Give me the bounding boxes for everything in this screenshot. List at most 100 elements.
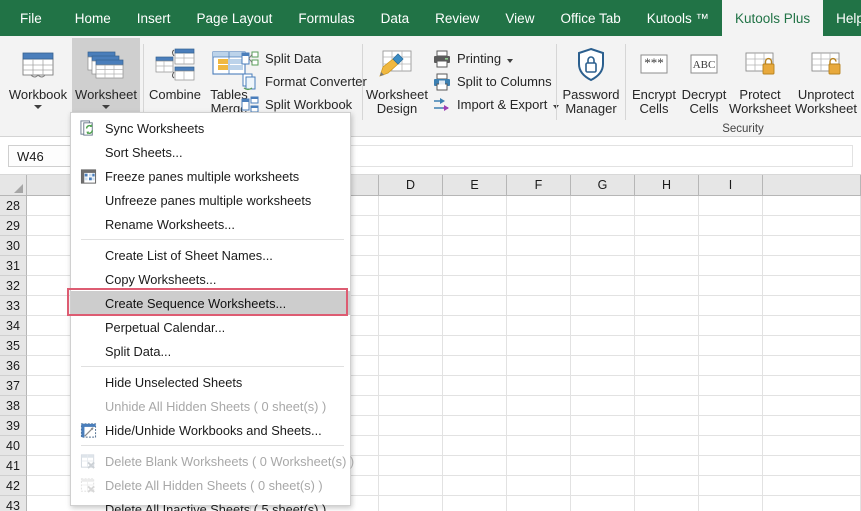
grid-cell[interactable] bbox=[571, 316, 635, 335]
grid-cell[interactable] bbox=[379, 436, 443, 455]
menu-item-unfreeze-panes-multiple-worksheets[interactable]: Unfreeze panes multiple worksheets bbox=[71, 188, 350, 212]
tab-formulas[interactable]: Formulas bbox=[285, 0, 367, 36]
grid-cell[interactable] bbox=[507, 296, 571, 315]
grid-cell[interactable] bbox=[763, 356, 861, 375]
grid-cell[interactable] bbox=[507, 376, 571, 395]
grid-cell[interactable] bbox=[443, 356, 507, 375]
grid-cell[interactable] bbox=[635, 336, 699, 355]
grid-cell[interactable] bbox=[379, 296, 443, 315]
grid-cell[interactable] bbox=[763, 456, 861, 475]
grid-cell[interactable] bbox=[571, 496, 635, 511]
tab-kutools-plus[interactable]: Kutools Plus bbox=[722, 0, 824, 36]
column-header-E[interactable]: E bbox=[443, 175, 507, 195]
ribbon-button-workbook[interactable]: Workbook bbox=[4, 38, 72, 132]
menu-item-copy-worksheets[interactable]: Copy Worksheets... bbox=[71, 267, 350, 291]
grid-cell[interactable] bbox=[571, 216, 635, 235]
grid-cell[interactable] bbox=[507, 356, 571, 375]
grid-cell[interactable] bbox=[379, 196, 443, 215]
row-header-29[interactable]: 29 bbox=[0, 216, 27, 236]
grid-cell[interactable] bbox=[379, 476, 443, 495]
grid-cell[interactable] bbox=[763, 196, 861, 215]
grid-cell[interactable] bbox=[507, 216, 571, 235]
grid-cell[interactable] bbox=[699, 236, 763, 255]
menu-item-hide-unhide-workbooks-and-sheets[interactable]: Hide/Unhide Workbooks and Sheets... bbox=[71, 418, 350, 442]
grid-cell[interactable] bbox=[379, 356, 443, 375]
ribbon-button-decrypt-cells[interactable]: ABC Decrypt Cells bbox=[679, 38, 729, 132]
grid-cell[interactable] bbox=[571, 376, 635, 395]
grid-cell[interactable] bbox=[763, 436, 861, 455]
grid-cell[interactable] bbox=[635, 416, 699, 435]
chevron-down-icon[interactable] bbox=[507, 58, 514, 63]
ribbon-button-import-export[interactable]: Import & Export bbox=[432, 93, 560, 116]
tab-kutools[interactable]: Kutools ™ bbox=[634, 0, 722, 36]
row-header-28[interactable]: 28 bbox=[0, 196, 27, 216]
grid-cell[interactable] bbox=[635, 216, 699, 235]
grid-cell[interactable] bbox=[763, 376, 861, 395]
grid-cell[interactable] bbox=[571, 196, 635, 215]
grid-cell[interactable] bbox=[763, 256, 861, 275]
column-header-F[interactable]: F bbox=[507, 175, 571, 195]
grid-cell[interactable] bbox=[507, 256, 571, 275]
grid-cell[interactable] bbox=[763, 416, 861, 435]
grid-cell[interactable] bbox=[379, 336, 443, 355]
menu-item-hide-unselected-sheets[interactable]: Hide Unselected Sheets bbox=[71, 370, 350, 394]
tab-data[interactable]: Data bbox=[368, 0, 423, 36]
grid-cell[interactable] bbox=[699, 496, 763, 511]
row-header-31[interactable]: 31 bbox=[0, 256, 27, 276]
menu-item-freeze-panes-multiple-worksheets[interactable]: Freeze panes multiple worksheets bbox=[71, 164, 350, 188]
grid-cell[interactable] bbox=[379, 256, 443, 275]
tab-view[interactable]: View bbox=[492, 0, 547, 36]
column-header-G[interactable]: G bbox=[571, 175, 635, 195]
grid-cell[interactable] bbox=[635, 396, 699, 415]
grid-cell[interactable] bbox=[379, 316, 443, 335]
grid-cell[interactable] bbox=[507, 276, 571, 295]
worksheet-dropdown-menu[interactable]: Sync Worksheets Sort Sheets... Freeze pane… bbox=[67, 112, 354, 511]
grid-cell[interactable] bbox=[699, 416, 763, 435]
tab-file[interactable]: File bbox=[0, 0, 62, 36]
grid-cell[interactable] bbox=[507, 476, 571, 495]
grid-cell[interactable] bbox=[507, 436, 571, 455]
ribbon-button-encrypt-cells[interactable]: *** Encrypt Cells bbox=[629, 38, 679, 132]
grid-cell[interactable] bbox=[571, 256, 635, 275]
column-header-I[interactable]: I bbox=[699, 175, 763, 195]
grid-cell[interactable] bbox=[379, 236, 443, 255]
grid-cell[interactable] bbox=[763, 276, 861, 295]
row-header-34[interactable]: 34 bbox=[0, 316, 27, 336]
grid-cell[interactable] bbox=[635, 196, 699, 215]
grid-cell[interactable] bbox=[507, 196, 571, 215]
grid-cell[interactable] bbox=[443, 196, 507, 215]
grid-cell[interactable] bbox=[635, 236, 699, 255]
menu-item-perpetual-calendar[interactable]: Perpetual Calendar... bbox=[71, 315, 350, 339]
grid-cell[interactable] bbox=[699, 376, 763, 395]
tab-page-layout[interactable]: Page Layout bbox=[184, 0, 286, 36]
grid-cell[interactable] bbox=[699, 196, 763, 215]
grid-cell[interactable] bbox=[443, 296, 507, 315]
row-header-43[interactable]: 43 bbox=[0, 496, 27, 511]
grid-cell[interactable] bbox=[699, 396, 763, 415]
grid-cell[interactable] bbox=[379, 276, 443, 295]
row-header-38[interactable]: 38 bbox=[0, 396, 27, 416]
grid-cell[interactable] bbox=[763, 396, 861, 415]
grid-cell[interactable] bbox=[507, 496, 571, 511]
grid-cell[interactable] bbox=[443, 476, 507, 495]
tab-home[interactable]: Home bbox=[62, 0, 124, 36]
grid-cell[interactable] bbox=[635, 476, 699, 495]
menu-item-split-data[interactable]: Split Data... bbox=[71, 339, 350, 363]
grid-cell[interactable] bbox=[443, 216, 507, 235]
grid-cell[interactable] bbox=[379, 456, 443, 475]
row-header-39[interactable]: 39 bbox=[0, 416, 27, 436]
grid-cell[interactable] bbox=[443, 416, 507, 435]
grid-cell[interactable] bbox=[379, 216, 443, 235]
row-header-40[interactable]: 40 bbox=[0, 436, 27, 456]
grid-cell[interactable] bbox=[635, 376, 699, 395]
row-header-30[interactable]: 30 bbox=[0, 236, 27, 256]
grid-cell[interactable] bbox=[571, 396, 635, 415]
grid-cell[interactable] bbox=[763, 236, 861, 255]
grid-cell[interactable] bbox=[699, 476, 763, 495]
grid-cell[interactable] bbox=[699, 276, 763, 295]
grid-cell[interactable] bbox=[635, 456, 699, 475]
grid-cell[interactable] bbox=[443, 496, 507, 511]
grid-cell[interactable] bbox=[571, 236, 635, 255]
grid-cell[interactable] bbox=[699, 296, 763, 315]
column-header-blank[interactable] bbox=[763, 175, 861, 195]
